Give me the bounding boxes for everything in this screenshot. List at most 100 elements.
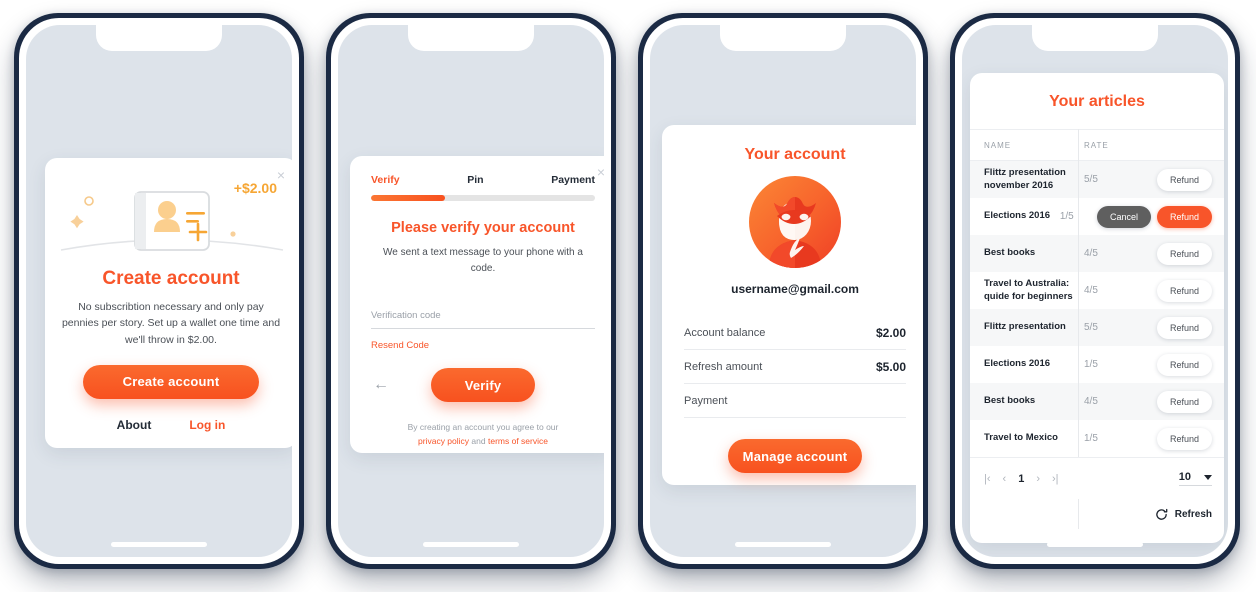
table-row: Elections 2016 1/5 Refund (970, 346, 1224, 383)
manage-account-button[interactable]: Manage account (728, 439, 862, 473)
bonus-amount-label: +$2.00 (233, 180, 277, 196)
secondary-links: About Log in (45, 418, 292, 432)
refund-button[interactable]: Refund (1156, 427, 1212, 450)
tab-verify[interactable]: Verify (371, 174, 400, 186)
legal-prefix: By creating an account you agree to our (407, 422, 559, 432)
refund-button[interactable]: Refund (1156, 168, 1212, 191)
tab-payment[interactable]: Payment (551, 174, 595, 186)
phone-notch (720, 25, 846, 51)
table-row: Best books 4/5 Refund (970, 383, 1224, 420)
create-account-card: × +$2.00 Create account No subscribtion … (45, 158, 292, 448)
create-account-button[interactable]: Create account (83, 364, 259, 399)
phone-notch (408, 25, 534, 51)
home-indicator (423, 542, 519, 547)
cell-actions: Refund (1134, 242, 1224, 265)
cell-actions: Refund (1134, 279, 1224, 302)
phone-bezel: × +$2.00 Create account No subscribtion … (19, 18, 299, 564)
phone-mockup-verify: × Verify Pin Payment Please verify your … (326, 13, 616, 569)
articles-table: NAME RATE Flittz presentation november 2… (970, 129, 1224, 529)
step-tabs: Verify Pin Payment (350, 156, 604, 186)
prev-page-icon[interactable]: ‹ (1003, 473, 1007, 485)
table-header-row: NAME RATE (970, 129, 1224, 161)
phone-notch (1032, 25, 1158, 51)
cell-article-name: Best books (984, 247, 1036, 259)
cell-rate: 4/5 (1084, 285, 1098, 296)
phone-notch (96, 25, 222, 51)
home-indicator (1047, 542, 1143, 547)
refresh-label: Refresh (1174, 508, 1212, 520)
page-title: Create account (102, 268, 240, 289)
cell-article-name: Travel to Australia: quide for beginners (984, 277, 1073, 302)
first-page-icon[interactable]: |‹ (984, 473, 991, 485)
page-title: Your account (744, 146, 846, 163)
refund-button[interactable]: Refund (1156, 316, 1212, 339)
verify-button[interactable]: Verify (431, 368, 535, 402)
cancel-button[interactable]: Cancel (1096, 205, 1151, 228)
refresh-icon (1155, 508, 1168, 520)
detail-value: $5.00 (875, 359, 906, 374)
login-link[interactable]: Log in (189, 418, 225, 432)
column-header-name: NAME (984, 140, 1012, 150)
tab-pin[interactable]: Pin (467, 174, 483, 186)
account-details-list: Account balance $2.00 Refresh amount $5.… (684, 316, 906, 418)
detail-value: $2.00 (875, 325, 906, 340)
verification-code-label: Verification code (371, 310, 441, 321)
chevron-down-icon (1204, 474, 1212, 480)
phone-screen: Your articles NAME RATE Flittz presentat… (962, 25, 1228, 557)
cell-rate: 4/5 (1084, 248, 1098, 259)
table-body: Flittz presentation november 2016 5/5 Refu… (970, 161, 1224, 457)
refund-button[interactable]: Refund (1156, 390, 1212, 413)
detail-row-balance: Account balance $2.00 (684, 316, 906, 350)
step-progress-bar (371, 195, 595, 201)
cell-article-name: Travel to Mexico (984, 432, 1058, 444)
refund-button[interactable]: Refund (1156, 205, 1212, 228)
verification-code-field[interactable]: Verification code (371, 310, 595, 329)
cell-rate: 5/5 (1084, 322, 1098, 333)
refresh-button[interactable]: Refresh (970, 499, 1224, 529)
home-indicator (111, 542, 207, 547)
table-row: Travel to Mexico 1/5 Refund (970, 420, 1224, 457)
detail-label: Payment (684, 394, 728, 407)
field-underline (371, 328, 595, 329)
refund-button[interactable]: Refund (1156, 353, 1212, 376)
cell-rate: 1/5 (1084, 433, 1098, 444)
pagination-bar: |‹ ‹ 1 › ›| 10 (970, 457, 1224, 499)
phone-mockup-create-account: × +$2.00 Create account No subscribtion … (14, 13, 304, 569)
table-row: Elections 2016 1/5 Cancel Refund (970, 198, 1224, 235)
cell-article-name: Flittz presentation (984, 321, 1066, 333)
cell-actions: Refund (1134, 316, 1224, 339)
cell-article-name: Best books (984, 395, 1036, 407)
resend-code-link[interactable]: Resend Code (371, 340, 595, 351)
page-size-control: 10 (1178, 471, 1212, 486)
avatar-svg (769, 197, 821, 268)
back-arrow-icon[interactable]: ← (373, 376, 393, 394)
refund-button[interactable]: Refund (1156, 279, 1212, 302)
card-subtitle: We sent a text message to your phone wit… (383, 247, 583, 274)
about-link[interactable]: About (117, 418, 152, 432)
new-account-card-illustration: +$2.00 (45, 174, 292, 262)
phone-screen: × +$2.00 Create account No subscribtion … (26, 25, 292, 557)
phone-bezel: Your account username@gmail.com Account … (643, 18, 923, 564)
close-icon[interactable]: × (597, 165, 604, 179)
cell-rate: 1/5 (1084, 359, 1098, 370)
privacy-policy-link[interactable]: privacy policy (418, 436, 469, 446)
refund-button[interactable]: Refund (1156, 242, 1212, 265)
card-subtitle: No subscribtion necessary and only pay p… (61, 301, 281, 346)
detail-row-payment[interactable]: Payment (684, 384, 906, 418)
last-page-icon[interactable]: ›| (1052, 473, 1059, 485)
table-row: Flittz presentation november 2016 5/5 Refu… (970, 161, 1224, 198)
next-page-icon[interactable]: › (1036, 473, 1040, 485)
detail-label: Account balance (684, 326, 766, 339)
terms-of-service-link[interactable]: terms of service (488, 436, 548, 446)
table-row: Travel to Australia: quide for beginners… (970, 272, 1224, 309)
articles-card: Your articles NAME RATE Flittz presentat… (970, 73, 1224, 543)
table-row: Flittz presentation 5/5 Refund (970, 309, 1224, 346)
cell-actions: Refund (1134, 427, 1224, 450)
account-card: Your account username@gmail.com Account … (662, 125, 916, 485)
phone-bezel: × Verify Pin Payment Please verify your … (331, 18, 611, 564)
page-title: Your articles (1049, 93, 1145, 110)
cell-rate: 4/5 (1084, 396, 1098, 407)
verify-action-row: ← Verify (350, 368, 604, 402)
page-size-select[interactable]: 10 (1178, 471, 1212, 486)
cell-actions: Refund (1134, 168, 1224, 191)
